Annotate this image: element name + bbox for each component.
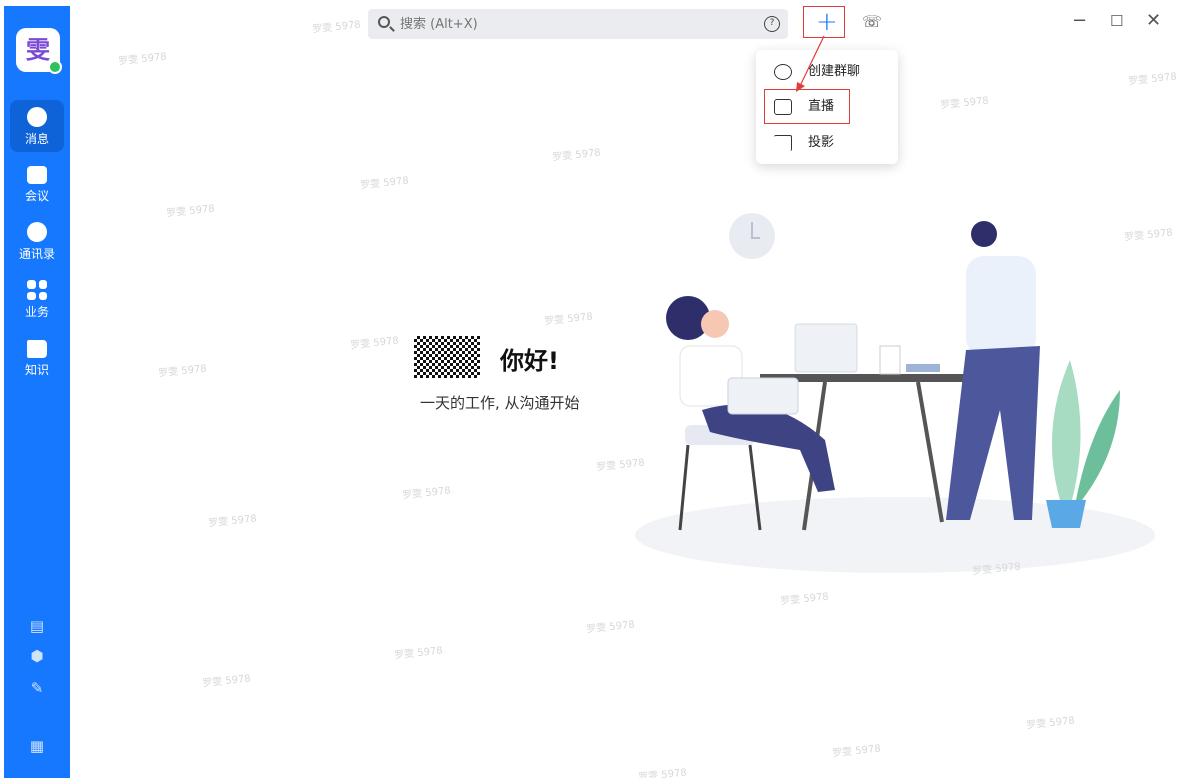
sidebar-item-knowledge[interactable]: 知识 [4, 340, 70, 378]
watermark: 罗雯 5978 [585, 619, 636, 636]
book-icon [27, 340, 47, 358]
watermark: 罗雯 5978 [551, 147, 602, 164]
watermark: 罗雯 5978 [207, 513, 258, 530]
plus-button[interactable]: + [816, 9, 838, 35]
app-window: 雯 消息 会议 通讯录 业务 知识 ▤ ⬢ ✎ ▦ ? [0, 0, 1182, 778]
greeting-subtitle: 一天的工作, 从沟通开始 [420, 394, 580, 412]
minimize-button[interactable]: − [1072, 10, 1087, 31]
watermark: 罗雯 5978 [779, 591, 830, 608]
watermark: 罗雯 5978 [1025, 715, 1076, 732]
watermark: 罗雯 5978 [311, 19, 362, 36]
message-icon [27, 107, 47, 127]
group-chat-icon [774, 64, 792, 80]
search-icon [378, 16, 390, 28]
cast-icon [774, 135, 792, 151]
watermark: 罗雯 5978 [165, 203, 216, 220]
sidebar-item-business[interactable]: 业务 [4, 280, 70, 320]
sidebar-item-contacts[interactable]: 通讯录 [4, 222, 70, 262]
sidebar-item-label: 消息 [24, 132, 49, 146]
watermark: 罗雯 5978 [1127, 71, 1178, 88]
search-bar[interactable] [368, 9, 788, 39]
avatar[interactable]: 雯 [16, 28, 62, 74]
watermark: 罗雯 5978 [831, 743, 882, 760]
live-item-highlight [764, 89, 850, 124]
calendar-icon[interactable]: ▤ [28, 618, 46, 634]
watermark: 罗雯 5978 [117, 51, 168, 68]
building-icon[interactable]: ▦ [28, 738, 46, 754]
close-button[interactable]: ✕ [1146, 10, 1161, 31]
cube-icon[interactable]: ⬢ [28, 648, 46, 664]
menu-item-label: 投影 [808, 135, 835, 150]
sidebar-item-label: 知识 [24, 363, 49, 377]
qr-code[interactable] [414, 336, 480, 378]
watermark: 罗雯 5978 [393, 645, 444, 662]
help-icon[interactable]: ? [764, 16, 780, 32]
sidebar-item-label: 会议 [24, 189, 49, 203]
call-icon[interactable]: ☏ [862, 12, 882, 31]
watermark: 罗雯 5978 [359, 175, 410, 192]
avatar-text: 雯 [26, 36, 50, 64]
plus-button-highlight: + [803, 6, 845, 38]
watermark: 罗雯 5978 [401, 485, 452, 502]
pen-icon[interactable]: ✎ [28, 680, 46, 696]
maximize-button[interactable]: ☐ [1110, 12, 1123, 30]
contacts-icon [27, 222, 47, 242]
video-icon [27, 166, 47, 184]
watermark: 罗雯 5978 [543, 311, 594, 328]
sidebar-item-label: 业务 [24, 305, 49, 319]
sidebar-item-label: 通讯录 [18, 247, 55, 261]
menu-item-label: 创建群聊 [808, 64, 861, 79]
apps-grid-icon [27, 280, 47, 300]
online-status-icon [48, 60, 62, 74]
watermark: 罗雯 5978 [637, 767, 688, 778]
watermark: 罗雯 5978 [201, 673, 252, 690]
search-input[interactable] [400, 13, 700, 35]
watermark: 罗雯 5978 [349, 335, 400, 352]
watermark: 罗雯 5978 [157, 363, 208, 380]
sidebar-item-messages[interactable]: 消息 [10, 100, 64, 152]
greeting-title: 你好! [500, 347, 559, 375]
office-illustration [635, 213, 1155, 573]
watermark: 罗雯 5978 [939, 95, 990, 112]
sidebar-item-meetings[interactable]: 会议 [4, 166, 70, 204]
sidebar: 雯 消息 会议 通讯录 业务 知识 ▤ ⬢ ✎ ▦ [4, 6, 70, 778]
